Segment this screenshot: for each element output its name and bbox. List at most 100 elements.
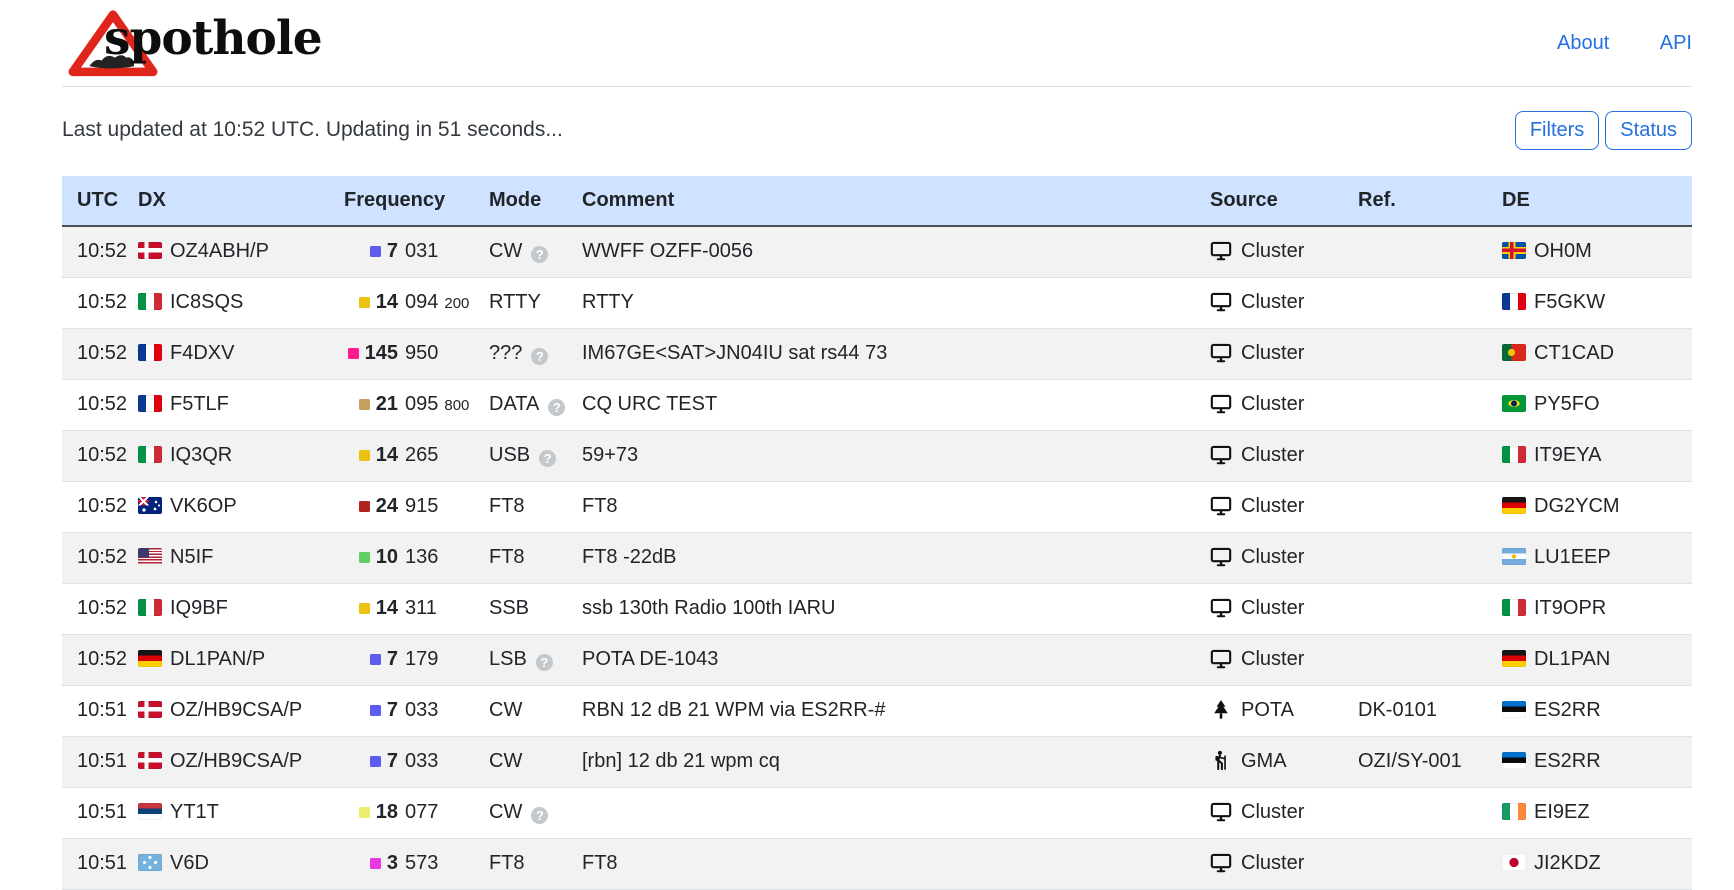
filters-button[interactable]: Filters: [1515, 111, 1599, 150]
comment-text: FT8 -22dB: [582, 546, 676, 568]
brand-logo[interactable]: spothole: [62, 0, 392, 87]
source-label: Cluster: [1241, 546, 1304, 568]
col-header-de: DE: [1488, 176, 1692, 226]
monitor-icon: [1210, 393, 1232, 415]
frequency-khz: 033: [405, 750, 438, 772]
frequency-lead: 21: [344, 393, 398, 416]
dx-callsign: IQ9BF: [170, 597, 228, 619]
dk-flag-icon: [138, 701, 162, 718]
spot-mode-cell: USB?: [475, 430, 568, 481]
spot-row: 10:52VK6OP24915FT8FT8ClusterDG2YCM: [62, 481, 1692, 532]
frequency-khz: 915: [405, 495, 438, 517]
nav-api-link[interactable]: API: [1660, 32, 1692, 54]
spot-source-cell: Cluster: [1196, 787, 1344, 838]
spot-ref-cell: [1344, 838, 1488, 889]
ax-flag-icon: [1502, 242, 1526, 259]
de-callsign: JI2KDZ: [1534, 852, 1601, 874]
frequency-mhz: 7: [387, 648, 398, 671]
spot-source-cell: Cluster: [1196, 226, 1344, 277]
us-flag-icon: [138, 548, 162, 565]
source-label: Cluster: [1241, 393, 1304, 415]
spot-source-cell: POTA: [1196, 685, 1344, 736]
spot-row: 10:52N5IF10136FT8FT8 -22dBClusterLU1EEP: [62, 532, 1692, 583]
spot-ref-cell: DK-0101: [1344, 685, 1488, 736]
spot-frequency-cell: 145950: [330, 328, 475, 379]
spot-dx-cell: YT1T: [130, 787, 330, 838]
band-color-square: [370, 654, 381, 665]
spot-dx-cell: VK6OP: [130, 481, 330, 532]
source-label: Cluster: [1241, 648, 1304, 670]
spot-time: 10:52: [77, 444, 127, 466]
spot-frequency-cell: 7 179: [330, 634, 475, 685]
fm-flag-icon: [138, 854, 162, 871]
spot-frequency-cell: 24915: [330, 481, 475, 532]
spot-utc-cell: 10:51: [62, 736, 130, 787]
band-color-square: [359, 297, 370, 308]
mode-help-icon[interactable]: ?: [548, 399, 565, 416]
nav-about-link[interactable]: About: [1557, 32, 1609, 54]
spot-de-cell: F5GKW: [1488, 277, 1692, 328]
mode-label: SSB: [489, 597, 529, 619]
mode-label: RTTY: [489, 291, 541, 313]
spots-table: UTCDXFrequencyModeCommentSourceRef.DE 10…: [62, 176, 1692, 890]
frequency-lead: 7: [344, 699, 398, 722]
mode-help-icon[interactable]: ?: [531, 807, 548, 824]
spot-time: 10:51: [77, 750, 127, 772]
spots-table-body: 10:52OZ4ABH/P7031CW?WWFF OZFF-0056Cluste…: [62, 226, 1692, 889]
mode-label: FT8: [489, 495, 525, 517]
mode-help-icon[interactable]: ?: [539, 450, 556, 467]
spot-utc-cell: 10:52: [62, 634, 130, 685]
source-label: Cluster: [1241, 597, 1304, 619]
frequency-khz: 179: [405, 648, 438, 670]
frequency-khz: 573: [405, 852, 438, 874]
spot-frequency-cell: 7031: [330, 226, 475, 277]
mode-label: CW: [489, 699, 522, 721]
last-updated-text: Last updated at 10:52 UTC. Updating in 5…: [62, 118, 563, 142]
spot-comment-cell: FT8: [568, 481, 1196, 532]
spot-mode-cell: FT8: [475, 838, 568, 889]
spot-source-cell: Cluster: [1196, 634, 1344, 685]
fr-flag-icon: [138, 395, 162, 412]
source-label: Cluster: [1241, 240, 1304, 262]
spot-ref-cell: [1344, 430, 1488, 481]
de-callsign: DG2YCM: [1534, 495, 1620, 517]
status-button[interactable]: Status: [1605, 111, 1692, 150]
it-flag-icon: [138, 446, 162, 463]
spot-ref-cell: [1344, 787, 1488, 838]
de-callsign: LU1EEP: [1534, 546, 1611, 568]
mode-help-icon[interactable]: ?: [531, 348, 548, 365]
de-callsign: IT9OPR: [1534, 597, 1606, 619]
band-color-square: [359, 807, 370, 818]
de-callsign: F5GKW: [1534, 291, 1605, 313]
mode-label: FT8: [489, 546, 525, 568]
de-callsign: PY5FO: [1534, 393, 1600, 415]
frequency-lead: 7: [344, 648, 398, 671]
spot-comment-cell: ssb 130th Radio 100th IARU: [568, 583, 1196, 634]
source-label: Cluster: [1241, 342, 1304, 364]
spot-comment-cell: 59+73: [568, 430, 1196, 481]
mode-label: USB: [489, 444, 530, 466]
br-flag-icon: [1502, 395, 1526, 412]
spot-frequency-cell: 21095800: [330, 379, 475, 430]
frequency-lead: 7: [344, 750, 398, 773]
source-label: GMA: [1241, 750, 1287, 772]
spot-mode-cell: RTTY: [475, 277, 568, 328]
ie-flag-icon: [1502, 803, 1526, 820]
spot-ref-cell: [1344, 328, 1488, 379]
spot-mode-cell: CW?: [475, 787, 568, 838]
spot-frequency-cell: 3573: [330, 838, 475, 889]
mode-label: FT8: [489, 852, 525, 874]
spot-de-cell: LU1EEP: [1488, 532, 1692, 583]
mode-help-icon[interactable]: ?: [536, 654, 553, 671]
spot-comment-cell: FT8: [568, 838, 1196, 889]
comment-text: 59+73: [582, 444, 638, 466]
frequency-lead: 7: [344, 240, 398, 263]
spot-ref-cell: [1344, 379, 1488, 430]
comment-text: POTA DE-1043: [582, 648, 718, 670]
mode-label: CW: [489, 240, 522, 262]
brand-wordmark: spothole: [104, 15, 322, 62]
spot-de-cell: OH0M: [1488, 226, 1692, 277]
mode-help-icon[interactable]: ?: [531, 246, 548, 263]
spot-dx-cell: OZ/HB9CSA/P: [130, 736, 330, 787]
ref-code: DK-0101: [1358, 699, 1437, 721]
